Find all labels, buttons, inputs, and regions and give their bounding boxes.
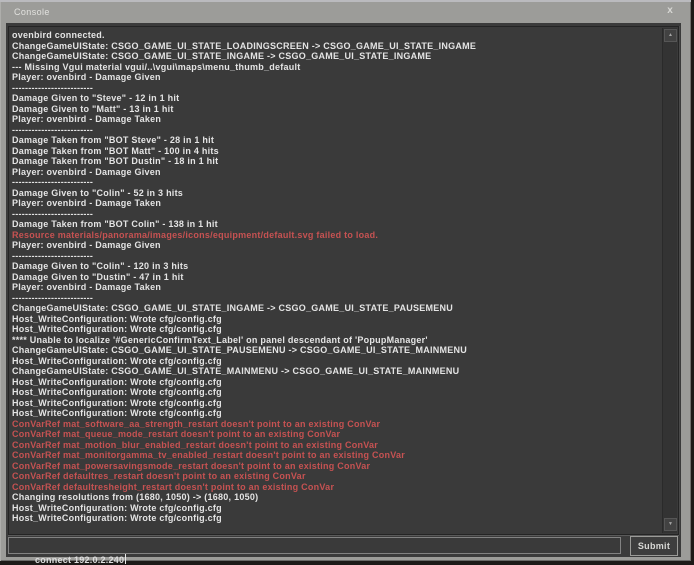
console-line: Damage Given to "Colin" - 52 in 3 hits — [12, 188, 660, 199]
console-line: Host_WriteConfiguration: Wrote cfg/confi… — [12, 387, 660, 398]
console-line: Damage Given to "Matt" - 13 in 1 hit — [12, 104, 660, 115]
console-line: ovenbird connected. — [12, 30, 660, 41]
close-icon[interactable]: x — [664, 5, 676, 17]
console-line: Player: ovenbird - Damage Taken — [12, 114, 660, 125]
console-line: Damage Taken from "BOT Matt" - 100 in 4 … — [12, 146, 660, 157]
console-line: Host_WriteConfiguration: Wrote cfg/confi… — [12, 324, 660, 335]
text-caret — [125, 554, 126, 564]
console-line: ChangeGameUIState: CSGO_GAME_UI_STATE_PA… — [12, 345, 660, 356]
console-line: ------------------------- — [12, 209, 660, 220]
console-line: Player: ovenbird - Damage Taken — [12, 198, 660, 209]
console-line: Host_WriteConfiguration: Wrote cfg/confi… — [12, 314, 660, 325]
console-line: ChangeGameUIState: CSGO_GAME_UI_STATE_LO… — [12, 41, 660, 52]
down-arrow-icon: ▼ — [668, 521, 673, 527]
console-window: Console x ovenbird connected.ChangeGameU… — [0, 0, 691, 561]
window-title: Console — [14, 7, 50, 17]
console-line: Host_WriteConfiguration: Wrote cfg/confi… — [12, 513, 660, 524]
screen: Console x ovenbird connected.ChangeGameU… — [0, 0, 694, 565]
submit-button[interactable]: Submit — [630, 536, 678, 556]
console-line: Host_WriteConfiguration: Wrote cfg/confi… — [12, 408, 660, 419]
console-line: ------------------------- — [12, 293, 660, 304]
console-line: Damage Taken from "BOT Dustin" - 18 in 1… — [12, 156, 660, 167]
console-line: ConVarRef mat_queue_mode_restart doesn't… — [12, 429, 660, 440]
console-line: ConVarRef mat_motion_blur_enabled_restar… — [12, 440, 660, 451]
console-output-panel: ovenbird connected.ChangeGameUIState: CS… — [8, 26, 679, 535]
console-line: Player: ovenbird - Damage Given — [12, 72, 660, 83]
console-line: Host_WriteConfiguration: Wrote cfg/confi… — [12, 377, 660, 388]
titlebar[interactable]: Console x — [0, 0, 691, 23]
console-line: Host_WriteConfiguration: Wrote cfg/confi… — [12, 503, 660, 514]
console-line: ConVarRef mat_powersavingsmode_restart d… — [12, 461, 660, 472]
console-line: Damage Given to "Colin" - 120 in 3 hits — [12, 261, 660, 272]
client-area: ovenbird connected.ChangeGameUIState: CS… — [6, 23, 681, 557]
console-line: ConVarRef mat_monitorgamma_tv_enabled_re… — [12, 450, 660, 461]
console-line: Damage Given to "Dustin" - 47 in 1 hit — [12, 272, 660, 283]
console-line: Changing resolutions from (1680, 1050) -… — [12, 492, 660, 503]
console-line: Player: ovenbird - Damage Taken — [12, 282, 660, 293]
console-line: ChangeGameUIState: CSGO_GAME_UI_STATE_MA… — [12, 366, 660, 377]
console-line: ------------------------- — [12, 177, 660, 188]
scrollbar[interactable]: ▲ ▼ — [662, 28, 677, 533]
console-line: Host_WriteConfiguration: Wrote cfg/confi… — [12, 356, 660, 367]
console-line: ConVarRef defaultresheight_restart doesn… — [12, 482, 660, 493]
scrollbar-track[interactable] — [663, 43, 677, 517]
console-line: Host_WriteConfiguration: Wrote cfg/confi… — [12, 398, 660, 409]
console-command-input[interactable]: connect 192.0.2.240 — [8, 537, 621, 554]
console-line: ConVarRef mat_software_aa_strength_resta… — [12, 419, 660, 430]
console-line: ------------------------- — [12, 125, 660, 136]
up-arrow-icon: ▲ — [668, 32, 673, 38]
console-line: ------------------------- — [12, 251, 660, 262]
console-line: **** Unable to localize '#GenericConfirm… — [12, 335, 660, 346]
console-output: ovenbird connected.ChangeGameUIState: CS… — [12, 30, 660, 532]
scroll-down-button[interactable]: ▼ — [664, 518, 677, 531]
console-line: ChangeGameUIState: CSGO_GAME_UI_STATE_IN… — [12, 303, 660, 314]
console-line: ------------------------- — [12, 83, 660, 94]
console-line: Player: ovenbird - Damage Given — [12, 167, 660, 178]
console-line: --- Missing Vgui material vgui/..\vgui\m… — [12, 62, 660, 73]
console-line: Damage Given to "Steve" - 12 in 1 hit — [12, 93, 660, 104]
console-line: Damage Taken from "BOT Steve" - 28 in 1 … — [12, 135, 660, 146]
scroll-up-button[interactable]: ▲ — [664, 29, 677, 42]
console-line: Player: ovenbird - Damage Given — [12, 240, 660, 251]
console-line: Damage Taken from "BOT Colin" - 138 in 1… — [12, 219, 660, 230]
console-line: ConVarRef defaultres_restart doesn't poi… — [12, 471, 660, 482]
command-text: connect 192.0.2.240 — [35, 555, 124, 565]
console-line: Resource materials/panorama/images/icons… — [12, 230, 660, 241]
console-line: ChangeGameUIState: CSGO_GAME_UI_STATE_IN… — [12, 51, 660, 62]
